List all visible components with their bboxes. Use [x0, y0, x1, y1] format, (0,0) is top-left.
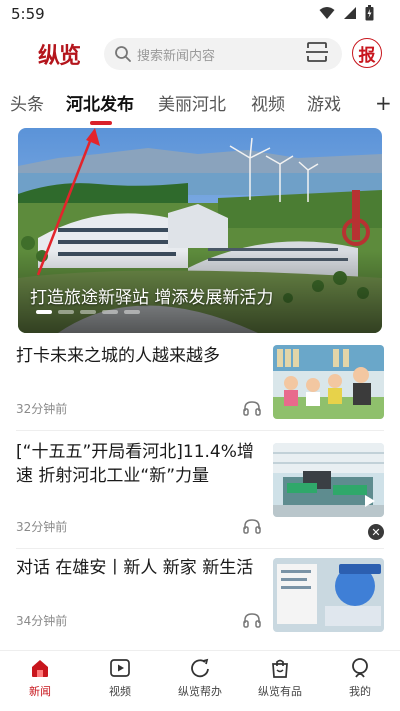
banner-pagination	[36, 310, 140, 314]
shop-bag-icon	[272, 659, 288, 678]
nav-label: 纵览有品	[258, 685, 302, 698]
news-title: 打卡未来之城的人越来越多	[16, 346, 220, 366]
headphone-icon[interactable]	[243, 612, 261, 628]
thumbnail-image	[273, 558, 384, 632]
status-time: 5:59	[11, 5, 45, 23]
nav-help[interactable]: 纵览帮办	[160, 657, 240, 699]
video-icon	[110, 659, 130, 677]
tab-beautiful-hebei[interactable]: 美丽河北	[158, 90, 226, 115]
newspaper-label: 报	[358, 45, 376, 66]
divider	[16, 548, 384, 549]
tab-hebei-release[interactable]: 河北发布	[66, 90, 134, 115]
wifi-icon	[319, 7, 335, 19]
scan-icon[interactable]	[305, 40, 329, 64]
headphone-icon[interactable]	[243, 400, 261, 416]
banner-dot	[124, 310, 140, 314]
thumbnail-image	[273, 345, 384, 419]
banner-dot	[80, 310, 96, 314]
news-thumbnail	[273, 443, 384, 517]
bottom-navigation: 新闻 视频 纵览帮办 纵览有品 我的	[0, 650, 400, 711]
news-thumbnail	[273, 345, 384, 419]
nav-label: 新闻	[29, 685, 51, 698]
profile-icon	[352, 658, 368, 678]
app-screen: 5:59 纵览 搜索新闻内容 报 头条 河北发布 美丽河北 视频 游戏 + 打造…	[0, 0, 400, 711]
status-bar: 5:59	[0, 0, 400, 28]
nav-label: 纵览帮办	[178, 685, 222, 698]
news-title: [“十五五”开局看河北]11.4%增速 折射河北工业“新”力量	[16, 442, 254, 486]
signal-icon	[344, 7, 356, 19]
thumbnail-image	[273, 443, 384, 517]
help-icon	[191, 658, 209, 678]
search-icon	[115, 46, 131, 62]
active-tab-indicator	[90, 121, 112, 125]
tab-video[interactable]: 视频	[251, 90, 285, 115]
divider	[16, 430, 384, 431]
app-logo[interactable]: 纵览	[38, 38, 81, 70]
nav-video[interactable]: 视频	[80, 657, 160, 699]
news-time: 32分钟前	[16, 520, 68, 534]
banner-dot	[58, 310, 74, 314]
search-placeholder: 搜索新闻内容	[137, 49, 216, 64]
newspaper-icon[interactable]: 报	[352, 38, 382, 68]
dismiss-button[interactable]: ✕	[368, 524, 384, 540]
status-icons	[319, 5, 374, 21]
nav-label: 我的	[349, 685, 371, 698]
news-time: 32分钟前	[16, 402, 68, 416]
battery-icon	[365, 5, 374, 21]
nav-label: 视频	[109, 685, 131, 698]
nav-shop[interactable]: 纵览有品	[240, 657, 320, 699]
channel-tabs: 头条 河北发布 美丽河北 视频 游戏 +	[0, 90, 400, 126]
home-icon	[32, 660, 48, 677]
banner-dot	[36, 310, 52, 314]
top-header: 纵览 搜索新闻内容 报	[0, 34, 400, 74]
add-channel-button[interactable]: +	[375, 91, 392, 115]
close-icon: ✕	[371, 525, 381, 539]
news-title: 对话 在雄安丨新人 新家 新生活	[16, 558, 254, 578]
nav-profile[interactable]: 我的	[320, 657, 400, 699]
nav-news[interactable]: 新闻	[0, 657, 80, 699]
news-time: 34分钟前	[16, 614, 68, 628]
banner-caption: 打造旅途新驿站 增添发展新活力	[30, 288, 274, 308]
banner-dot	[102, 310, 118, 314]
headline-banner[interactable]: 打造旅途新驿站 增添发展新活力	[18, 128, 382, 333]
news-thumbnail	[273, 558, 384, 632]
headphone-icon[interactable]	[243, 518, 261, 534]
tab-headlines[interactable]: 头条	[10, 90, 44, 115]
tab-games[interactable]: 游戏	[307, 90, 341, 115]
